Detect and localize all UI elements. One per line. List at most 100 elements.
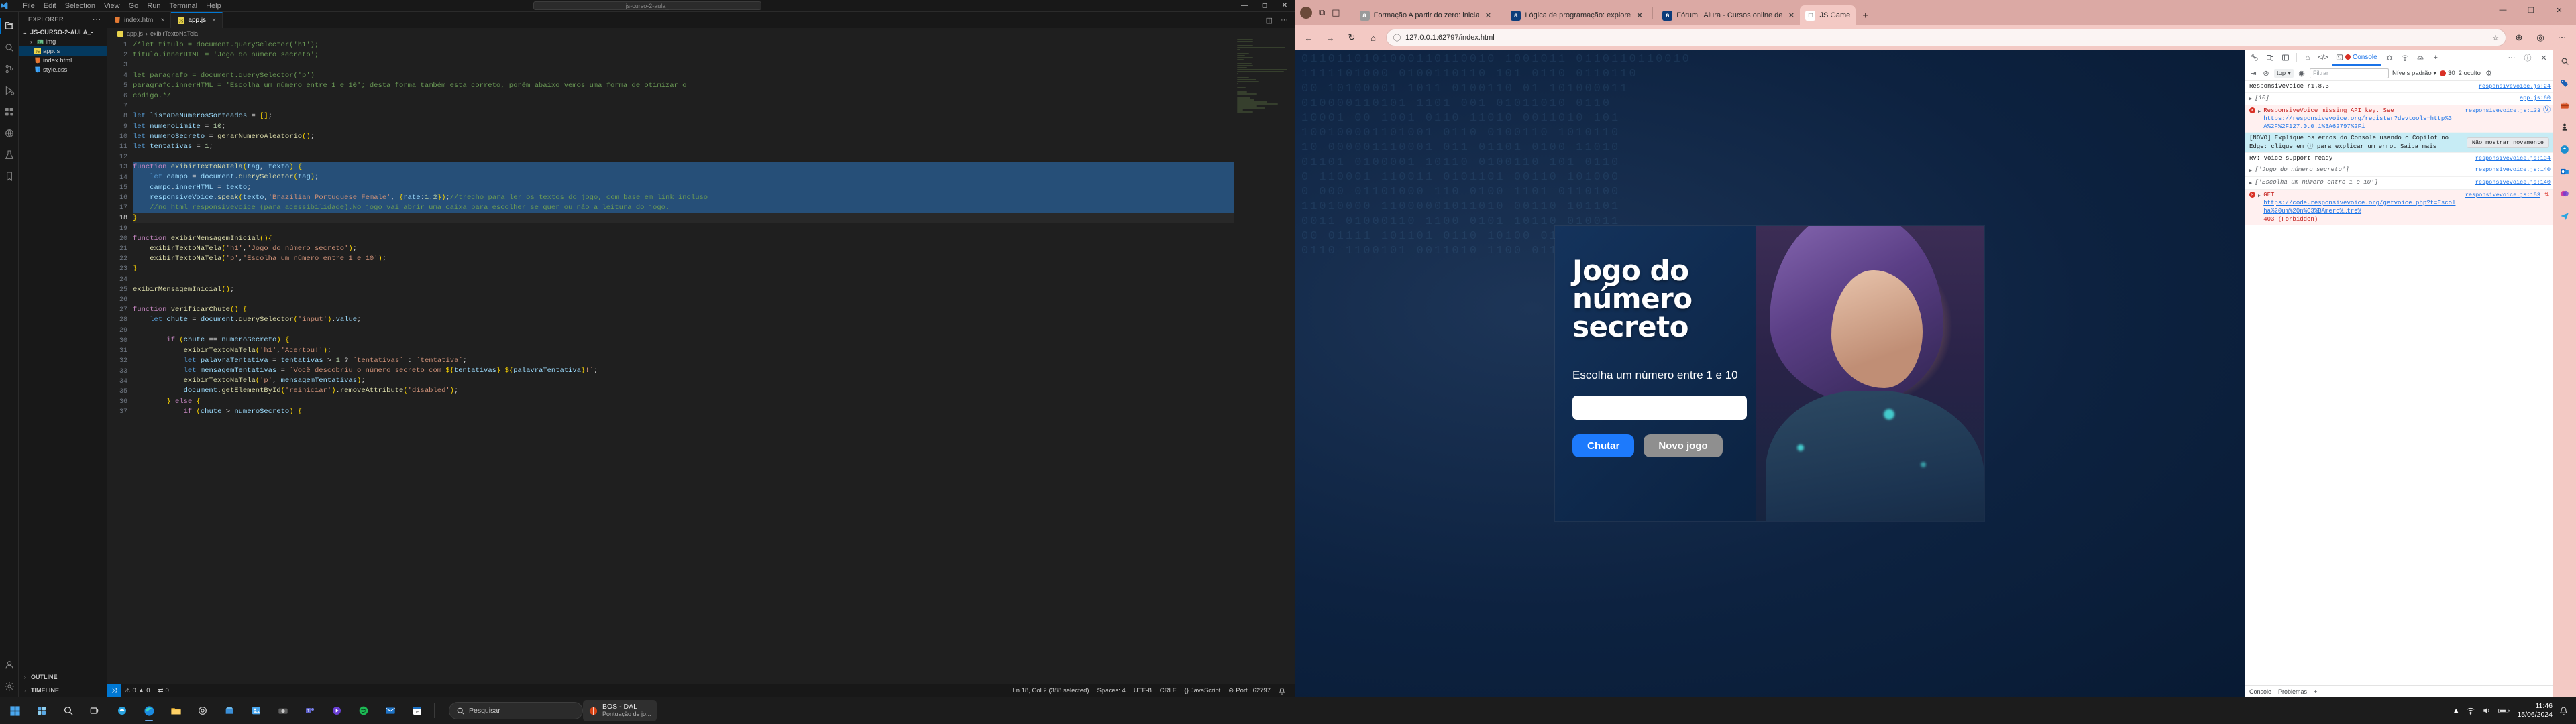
code-line[interactable]: [133, 60, 1234, 70]
expand-arrow-icon[interactable]: ▶: [2249, 180, 2252, 188]
minimap[interactable]: [1234, 39, 1295, 684]
chevron-right-icon[interactable]: ›: [22, 688, 28, 694]
info-icon[interactable]: ⓘ: [1393, 32, 1401, 43]
code-content[interactable]: /*let titulo = document.querySelector('h…: [133, 39, 1234, 684]
statusbar-problems[interactable]: ⚠ 0 ▲ 0: [121, 687, 154, 695]
console-message-source[interactable]: responsivevoice.js:140: [2475, 178, 2551, 186]
code-line[interactable]: function exibirMensagemInicial(){: [133, 234, 1234, 244]
vscode-window-controls[interactable]: — ◻ ✕: [1234, 0, 1295, 12]
pawn-icon[interactable]: [2557, 120, 2572, 135]
code-line[interactable]: [133, 152, 1234, 162]
activitybar-extensions-icon[interactable]: [0, 101, 19, 123]
code-line[interactable]: campo.innerHTML = texto;: [133, 182, 1234, 193]
tree-item-root[interactable]: ⌄ JS-CURSO-2-AULA_-: [19, 27, 107, 37]
editor-more-icon[interactable]: ···: [1281, 16, 1288, 24]
performance-icon[interactable]: [2414, 51, 2427, 64]
code-line[interactable]: if (chute > numeroSecreto) {: [133, 407, 1234, 417]
bug-icon[interactable]: [2383, 51, 2396, 64]
editor-tab-appjs[interactable]: JS app.js ×: [171, 12, 223, 28]
code-line[interactable]: [133, 325, 1234, 335]
console-message[interactable]: ▶ ['Jogo do número secreto'] responsivev…: [2245, 164, 2553, 177]
code-editor[interactable]: 1 2 3 4 5 6 7 8 9 10 11 12 13 14 15 16 17 18 19 20 21 22 23 24 2…: [107, 39, 1295, 684]
copilot-icon[interactable]: [110, 699, 134, 723]
tree-item-stylecss[interactable]: style.css: [19, 65, 107, 74]
browser-minimize-button[interactable]: —: [2489, 0, 2517, 20]
code-line[interactable]: exibirTextoNaTela('p','Escolha um número…: [133, 254, 1234, 264]
file-explorer-icon[interactable]: [164, 699, 188, 723]
editor-tab-indexhtml[interactable]: index.html ×: [107, 12, 172, 28]
drawer-tab-problems[interactable]: Problemas: [2278, 688, 2307, 695]
battery-icon[interactable]: [2498, 706, 2510, 715]
expand-arrow-icon[interactable]: ▶: [2258, 192, 2261, 200]
dismiss-banner-button[interactable]: Não mostrar novamente: [2466, 137, 2549, 148]
teams-icon[interactable]: T: [298, 699, 322, 723]
forward-icon[interactable]: →: [1322, 29, 1339, 46]
drawer-tab-console[interactable]: Console: [2249, 688, 2271, 695]
guess-input[interactable]: [1572, 396, 1747, 420]
console-error-counter[interactable]: 30: [2440, 70, 2455, 77]
sidebar-section-outline[interactable]: › OUTLINE: [19, 670, 107, 684]
microsoft-store-icon[interactable]: [217, 699, 241, 723]
devtools-tab-console[interactable]: Console: [2332, 50, 2381, 66]
console-message-source[interactable]: responsivevoice.js:153: [2465, 191, 2540, 199]
widgets-icon[interactable]: [30, 699, 54, 723]
code-line[interactable]: [133, 295, 1234, 305]
activitybar-accounts-icon[interactable]: [0, 654, 19, 676]
console-error-link[interactable]: https://responsivevoice.org/register?dev…: [2263, 115, 2452, 130]
code-line[interactable]: //no html responsivevoice (para acessibi…: [133, 203, 1234, 214]
help-icon[interactable]: ⓘ: [2521, 51, 2534, 64]
explorer-more-icon[interactable]: ···: [93, 16, 101, 23]
vscode-maximize-button[interactable]: ◻: [1254, 0, 1275, 12]
console-message[interactable]: ▶ [10] app.js:60: [2245, 93, 2553, 105]
console-settings-icon[interactable]: ⚙: [2484, 69, 2493, 78]
browser-tab-2[interactable]: a Fórum | Alura - Cursos online de ✕: [1657, 5, 1800, 25]
close-icon[interactable]: ✕: [1485, 11, 1491, 20]
chutar-button[interactable]: Chutar: [1572, 434, 1635, 458]
tree-item-img[interactable]: › img: [19, 37, 107, 46]
devtools-more-icon[interactable]: ···: [2505, 51, 2518, 64]
code-line[interactable]: paragrafo.innerHTML = 'Escolha um número…: [133, 81, 1234, 91]
vscode-menubar[interactable]: File Edit Selection View Go Run Terminal…: [23, 2, 221, 10]
browser-tab-3[interactable]: □ JS Game: [1800, 5, 1856, 25]
code-line[interactable]: let palavraTentativa = tentativas > 1 ? …: [133, 356, 1234, 366]
calendar-icon[interactable]: 15: [405, 699, 429, 723]
code-line[interactable]: exibirTextoNaTela('h1','Jogo do número s…: [133, 244, 1234, 254]
console-message-source[interactable]: responsivevoice.js:134: [2475, 154, 2551, 162]
close-icon[interactable]: ✕: [2537, 51, 2551, 64]
statusbar-indentation[interactable]: Spaces: 4: [1093, 687, 1130, 695]
toolbox-icon[interactable]: [2557, 98, 2572, 113]
device-toolbar-icon[interactable]: [2263, 51, 2277, 64]
settings-icon[interactable]: [191, 699, 215, 723]
statusbar-notifications[interactable]: [1275, 687, 1289, 695]
menu-go[interactable]: Go: [129, 2, 139, 10]
reload-icon[interactable]: ↻: [1343, 29, 1360, 46]
menu-terminal[interactable]: Terminal: [170, 2, 198, 10]
code-line[interactable]: document.getElementById('reiniciar').rem…: [133, 386, 1234, 396]
browser-window-controls[interactable]: — ❐ ✕: [2489, 0, 2573, 25]
code-line[interactable]: exibirTextoNaTela('h1','Acertou!');: [133, 346, 1234, 356]
code-line[interactable]: código.*/: [133, 91, 1234, 101]
clear-console-icon[interactable]: ⊘: [2261, 69, 2271, 78]
menu-selection[interactable]: Selection: [65, 2, 95, 10]
code-line[interactable]: } else {: [133, 397, 1234, 407]
code-line[interactable]: }: [133, 264, 1234, 274]
expand-arrow-icon[interactable]: ▶: [2249, 95, 2252, 103]
network-icon[interactable]: [2398, 51, 2412, 64]
console-error-link[interactable]: https://code.responsivevoice.org/getvoic…: [2263, 200, 2455, 215]
menu-help[interactable]: Help: [206, 2, 221, 10]
taskbar-search-box[interactable]: Pesquisar: [449, 702, 583, 719]
sidebar-section-timeline[interactable]: › TIMELINE: [19, 684, 107, 697]
console-message[interactable]: ResponsiveVoice r1.8.3 responsivevoice.j…: [2245, 81, 2553, 93]
statusbar-encoding[interactable]: UTF-8: [1130, 687, 1156, 695]
vscode-command-center[interactable]: js-curso-2-aula_: [533, 1, 761, 10]
menu-run[interactable]: Run: [147, 2, 160, 10]
code-line[interactable]: if (chute == numeroSecreto) {: [133, 335, 1234, 345]
address-bar[interactable]: ⓘ 127.0.0.1:62797/index.html ☆: [1386, 29, 2506, 46]
code-line[interactable]: let numeroSecreto = gerarNumeroAleatorio…: [133, 132, 1234, 142]
console-message-source[interactable]: app.js:60: [2520, 94, 2551, 102]
clipchamp-icon[interactable]: [325, 699, 349, 723]
panel-layout-icon[interactable]: [2279, 51, 2292, 64]
expand-arrow-icon[interactable]: ▶: [2258, 108, 2261, 116]
tag-icon[interactable]: [2557, 76, 2572, 90]
new-tab-button[interactable]: +: [1856, 10, 1875, 25]
